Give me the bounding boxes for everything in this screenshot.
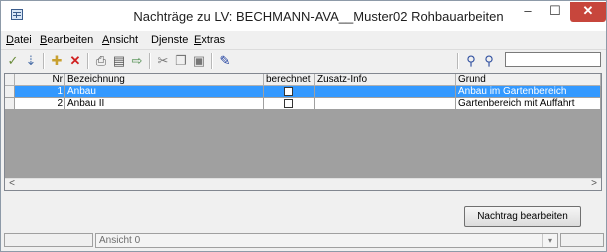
binoculars-icon[interactable]: ⚲ [463, 53, 479, 69]
toolbar-separator [87, 53, 89, 69]
menu-bar: Datei Bearbeiten Ansicht Djenste Extras [1, 31, 606, 49]
table-row[interactable]: 2 Anbau II Gartenbereich mit Auffahrt [5, 98, 601, 110]
minimize-button[interactable]: – [515, 2, 541, 22]
row-selector[interactable] [5, 86, 15, 98]
status-panel [560, 233, 604, 247]
chevron-down-icon[interactable]: ▾ [542, 234, 557, 247]
close-button[interactable]: ✕ [570, 2, 606, 22]
cell-berechnet[interactable] [264, 98, 315, 110]
cell-zusatz-info[interactable] [315, 86, 456, 98]
wand-icon[interactable]: ✓ [5, 53, 21, 69]
cell-grund[interactable]: Anbau im Gartenbereich [456, 86, 601, 98]
app-window: Nachträge zu LV: BECHMANN-AVA__Muster02 … [0, 0, 607, 252]
column-header-bezeichnung[interactable]: Bezeichnung [65, 74, 264, 86]
cell-grund[interactable]: Gartenbereich mit Auffahrt [456, 98, 601, 110]
search-next-icon[interactable]: ⚲ [481, 53, 497, 69]
menu-bearbeiten[interactable]: Bearbeiten [40, 34, 93, 46]
scroll-right-icon[interactable]: > [587, 178, 601, 190]
berechnet-checkbox[interactable] [284, 87, 293, 96]
horizontal-scrollbar[interactable]: < > [5, 178, 601, 190]
copy-icon[interactable]: ❐ [173, 53, 189, 69]
menu-dienste[interactable]: Djenste [151, 34, 188, 46]
export-icon[interactable]: ⇨ [129, 53, 145, 69]
title-bar[interactable]: Nachträge zu LV: BECHMANN-AVA__Muster02 … [1, 1, 606, 31]
print-icon[interactable]: ⎙ [93, 53, 109, 69]
new-icon[interactable]: ✚ [49, 53, 65, 69]
row-selector[interactable] [5, 98, 15, 110]
column-header-grund[interactable]: Grund [456, 74, 601, 86]
cell-nr[interactable]: 2 [15, 98, 65, 110]
maximize-button[interactable]: ☐ [542, 2, 568, 22]
edit-pen-icon[interactable]: ✎ [217, 53, 233, 69]
cell-nr[interactable]: 1 [15, 86, 65, 98]
import-icon[interactable]: ⇣ [23, 53, 39, 69]
delete-icon[interactable]: ✕ [67, 53, 83, 69]
table-header: Nr Bezeichnung berechnet Zusatz-Info Gru… [5, 74, 601, 86]
nachtrag-bearbeiten-button[interactable]: Nachtrag bearbeiten [464, 206, 581, 227]
cut-icon[interactable]: ✂ [155, 53, 171, 69]
view-select-value: Ansicht 0 [99, 235, 141, 246]
toolbar: ✓ ⇣ ✚ ✕ ⎙ ▤ ⇨ ✂ ❐ ▣ ✎ ⚲ ⚲ [1, 49, 606, 72]
toolbar-separator [457, 53, 459, 69]
toolbar-separator [211, 53, 213, 69]
row-header-corner [5, 74, 15, 86]
status-panel [4, 233, 93, 247]
column-header-berechnet[interactable]: berechnet [264, 74, 315, 86]
column-header-zusatz-info[interactable]: Zusatz-Info [315, 74, 456, 86]
toolbar-separator [43, 53, 45, 69]
nachtraege-table: Nr Bezeichnung berechnet Zusatz-Info Gru… [4, 73, 602, 191]
menu-ansicht[interactable]: Ansicht [102, 34, 138, 46]
cell-bezeichnung[interactable]: Anbau II [65, 98, 264, 110]
berechnet-checkbox[interactable] [284, 99, 293, 108]
table-row[interactable]: 1 Anbau Anbau im Gartenbereich [5, 86, 601, 98]
cell-bezeichnung[interactable]: Anbau [65, 86, 264, 98]
cell-berechnet[interactable] [264, 86, 315, 98]
print-preview-icon[interactable]: ▤ [111, 53, 127, 69]
menu-datei[interactable]: Datei [6, 34, 32, 46]
toolbar-separator [149, 53, 151, 69]
view-select[interactable]: Ansicht 0 ▾ [95, 233, 558, 248]
scroll-left-icon[interactable]: < [5, 178, 19, 190]
column-header-nr[interactable]: Nr [15, 74, 65, 86]
paste-icon[interactable]: ▣ [191, 53, 207, 69]
cell-zusatz-info[interactable] [315, 98, 456, 110]
menu-extras[interactable]: Extras [194, 34, 225, 46]
toolbar-search-input[interactable] [505, 52, 601, 67]
